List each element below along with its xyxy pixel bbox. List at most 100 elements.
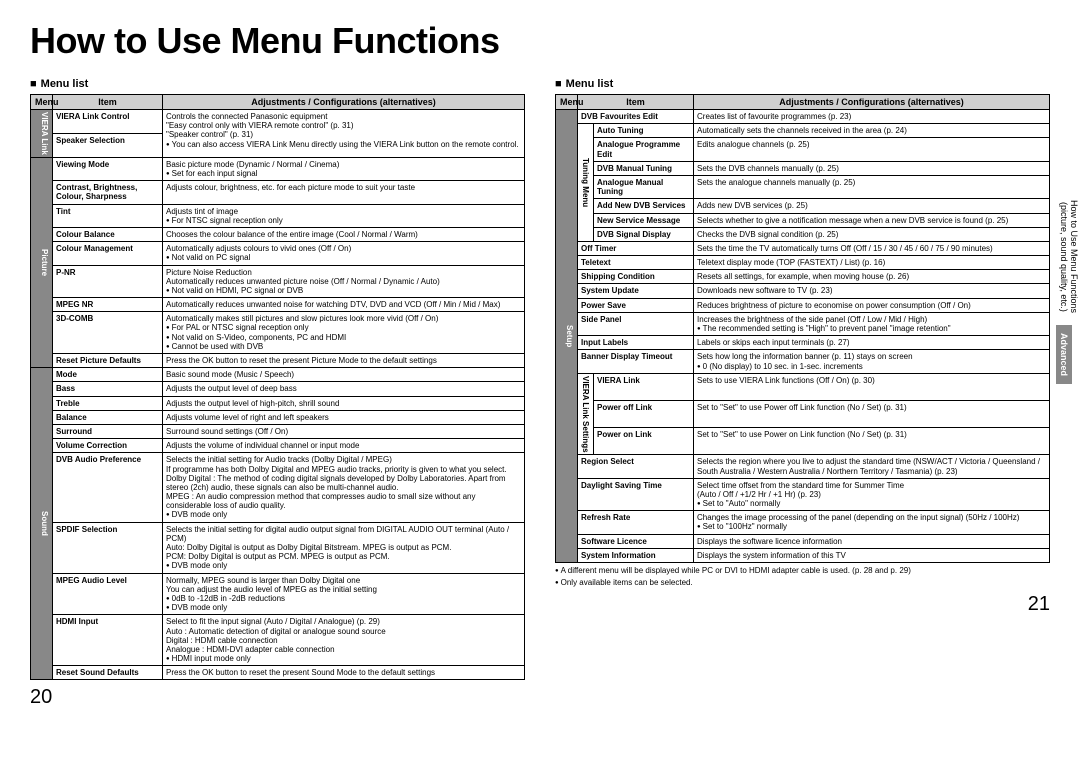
menu-desc: Automatically makes still pictures and s…	[163, 312, 525, 354]
category-picture: Picture	[31, 157, 53, 367]
menu-desc: Press the OK button to reset the present…	[163, 666, 525, 680]
menu-item: Side Panel	[578, 312, 694, 335]
page-title: How to Use Menu Functions	[30, 20, 1050, 62]
menu-item: DVB Audio Preference	[53, 453, 163, 522]
menu-item: Power on Link	[594, 428, 694, 455]
subcategory: VIERA Link Settings	[578, 373, 594, 455]
footnote: A different menu will be displayed while…	[555, 566, 1050, 575]
menu-desc: Adds new DVB services (p. 25)	[694, 199, 1050, 213]
menu-item: 3D-COMB	[53, 312, 163, 354]
menu-table-right: Menu Item Adjustments / Configurations (…	[555, 94, 1050, 563]
menu-desc: Adjusts colour, brightness, etc. for eac…	[163, 181, 525, 204]
col-adj: Adjustments / Configurations (alternativ…	[694, 95, 1050, 110]
menu-item: MPEG NR	[53, 298, 163, 312]
menu-item: Software Licence	[578, 534, 694, 548]
menu-desc: Adjusts tint of imageFor NTSC signal rec…	[163, 204, 525, 227]
menu-desc: Basic sound mode (Music / Speech)	[163, 368, 525, 382]
menu-desc: Sets the analogue channels manually (p. …	[694, 175, 1050, 198]
menu-desc: Controls the connected Panasonic equipme…	[163, 110, 525, 158]
menu-item: Add New DVB Services	[594, 199, 694, 213]
menu-desc: Selects the initial setting for digital …	[163, 522, 525, 573]
menu-item: System Information	[578, 548, 694, 562]
menu-item: VIERA Link	[594, 373, 694, 400]
menu-desc: Adjusts the output level of deep bass	[163, 382, 525, 396]
menu-desc: Selects the region where you live to adj…	[694, 455, 1050, 478]
menu-desc: Set to "Set" to use Power off Link funct…	[694, 400, 1050, 427]
menu-item: Viewing Mode	[53, 157, 163, 180]
menu-item: Reset Picture Defaults	[53, 354, 163, 368]
menu-item: Region Select	[578, 455, 694, 478]
menu-item: Surround	[53, 424, 163, 438]
category-setup: Setup	[556, 110, 578, 563]
menu-item: Volume Correction	[53, 439, 163, 453]
menu-desc: Edits analogue channels (p. 25)	[694, 138, 1050, 161]
menu-item: P-NR	[53, 265, 163, 298]
menu-item: Colour Balance	[53, 227, 163, 241]
menu-desc: Normally, MPEG sound is larger than Dolb…	[163, 573, 525, 615]
menu-desc: Changes the image processing of the pane…	[694, 511, 1050, 534]
menu-item: System Update	[578, 284, 694, 298]
menu-item: Shipping Condition	[578, 270, 694, 284]
menu-item: DVB Manual Tuning	[594, 161, 694, 175]
menu-table-left: Menu Item Adjustments / Configurations (…	[30, 94, 525, 680]
menu-item: DVB Favourites Edit	[578, 110, 694, 124]
menu-desc: Displays the system information of this …	[694, 548, 1050, 562]
menu-desc: Increases the brightness of the side pan…	[694, 312, 1050, 335]
col-menu: Menu	[556, 95, 578, 110]
menu-item: Tint	[53, 204, 163, 227]
menu-desc: Automatically reduces unwanted noise for…	[163, 298, 525, 312]
page-number-left: 20	[30, 686, 525, 709]
menu-item: Bass	[53, 382, 163, 396]
side-tab-section: How to Use Menu Functions (picture, soun…	[1056, 192, 1080, 321]
menu-desc: Displays the software licence informatio…	[694, 534, 1050, 548]
menu-item: Auto Tuning	[594, 124, 694, 138]
menu-desc: Set to "Set" to use Power on Link functi…	[694, 428, 1050, 455]
menu-desc: Teletext display mode (TOP (FASTEXT) / L…	[694, 256, 1050, 270]
menu-item: SPDIF Selection	[53, 522, 163, 573]
page-number-right: 21	[555, 593, 1050, 616]
menu-desc: Surround sound settings (Off / On)	[163, 424, 525, 438]
category-viera-link: VIERA Link	[31, 110, 53, 158]
menu-desc: Selects the initial setting for Audio tr…	[163, 453, 525, 522]
menu-desc: Adjusts the volume of individual channel…	[163, 439, 525, 453]
menu-item: DVB Signal Display	[594, 227, 694, 241]
menu-desc: Chooses the colour balance of the entire…	[163, 227, 525, 241]
menu-list-label: Menu list	[555, 78, 1050, 90]
menu-item: Refresh Rate	[578, 511, 694, 534]
subcategory: Tuning Menu	[578, 124, 594, 242]
menu-desc: Selects whether to give a notification m…	[694, 213, 1050, 227]
menu-desc: Select to fit the input signal (Auto / D…	[163, 615, 525, 666]
menu-desc: Resets all settings, for example, when m…	[694, 270, 1050, 284]
menu-item: VIERA Link Control	[53, 110, 163, 134]
menu-desc: Picture Noise ReductionAutomatically red…	[163, 265, 525, 298]
menu-item: New Service Message	[594, 213, 694, 227]
menu-item: Daylight Saving Time	[578, 478, 694, 511]
menu-desc: Checks the DVB signal condition (p. 25)	[694, 227, 1050, 241]
menu-list-label: Menu list	[30, 78, 525, 90]
menu-desc: Select time offset from the standard tim…	[694, 478, 1050, 511]
col-item: Item	[53, 95, 163, 110]
menu-item: Mode	[53, 368, 163, 382]
col-adj: Adjustments / Configurations (alternativ…	[163, 95, 525, 110]
menu-desc: Adjusts volume level of right and left s…	[163, 410, 525, 424]
menu-item: Treble	[53, 396, 163, 410]
menu-item: Reset Sound Defaults	[53, 666, 163, 680]
menu-item: Off Timer	[578, 241, 694, 255]
menu-item: Teletext	[578, 256, 694, 270]
category-sound: Sound	[31, 368, 53, 680]
menu-item: Banner Display Timeout	[578, 350, 694, 373]
menu-item: Speaker Selection	[53, 133, 163, 157]
col-item: Item	[578, 95, 694, 110]
menu-item: Power Save	[578, 298, 694, 312]
menu-desc: Creates list of favourite programmes (p.…	[694, 110, 1050, 124]
footnote: Only available items can be selected.	[555, 578, 1050, 587]
menu-desc: Sets to use VIERA Link functions (Off / …	[694, 373, 1050, 400]
col-menu: Menu	[31, 95, 53, 110]
menu-item: Analogue Manual Tuning	[594, 175, 694, 198]
menu-desc: Automatically adjusts colours to vivid o…	[163, 242, 525, 265]
menu-item: Input Labels	[578, 336, 694, 350]
menu-item: Contrast, Brightness, Colour, Sharpness	[53, 181, 163, 204]
menu-desc: Automatically sets the channels received…	[694, 124, 1050, 138]
menu-desc: Labels or skips each input terminals (p.…	[694, 336, 1050, 350]
page-left: Menu list Menu Item Adjustments / Config…	[30, 72, 525, 709]
